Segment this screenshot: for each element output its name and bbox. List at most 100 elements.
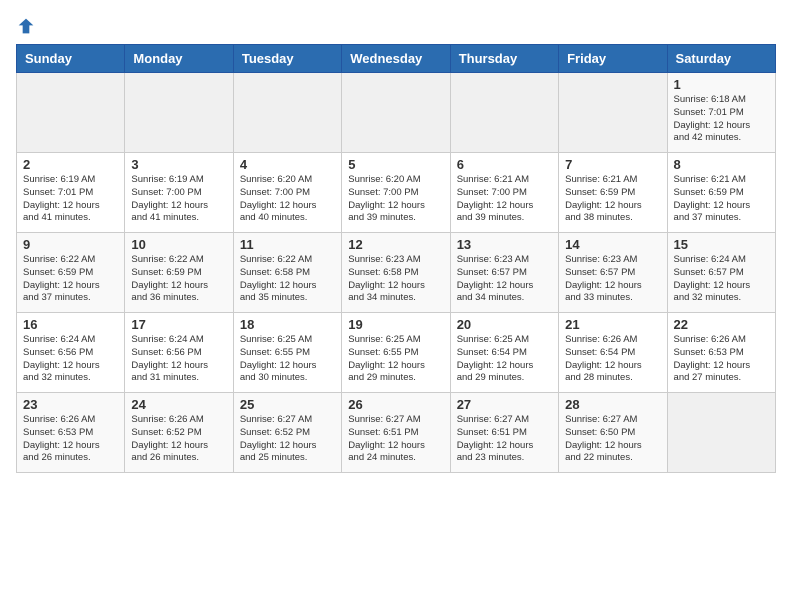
calendar-cell: 25 Sunrise: 6:27 AM Sunset: 6:52 PM Dayli… xyxy=(233,393,341,473)
calendar-day-header: Thursday xyxy=(450,45,558,73)
day-number: 2 xyxy=(23,157,118,172)
day-info: Sunrise: 6:21 AM Sunset: 6:59 PM Dayligh… xyxy=(674,174,769,225)
calendar-cell: 12 Sunrise: 6:23 AM Sunset: 6:58 PM Dayli… xyxy=(342,233,450,313)
calendar-week-row: 16 Sunrise: 6:24 AM Sunset: 6:56 PM Dayli… xyxy=(17,313,776,393)
day-info: Sunrise: 6:24 AM Sunset: 6:56 PM Dayligh… xyxy=(131,334,226,385)
day-number: 8 xyxy=(674,157,769,172)
day-number: 21 xyxy=(565,317,660,332)
day-number: 12 xyxy=(348,237,443,252)
day-number: 16 xyxy=(23,317,118,332)
calendar-cell: 21 Sunrise: 6:26 AM Sunset: 6:54 PM Dayli… xyxy=(559,313,667,393)
calendar-cell: 13 Sunrise: 6:23 AM Sunset: 6:57 PM Dayli… xyxy=(450,233,558,313)
day-number: 19 xyxy=(348,317,443,332)
day-info: Sunrise: 6:19 AM Sunset: 7:00 PM Dayligh… xyxy=(131,174,226,225)
day-number: 13 xyxy=(457,237,552,252)
logo-icon xyxy=(16,16,36,36)
day-number: 15 xyxy=(674,237,769,252)
day-number: 25 xyxy=(240,397,335,412)
day-number: 10 xyxy=(131,237,226,252)
day-number: 22 xyxy=(674,317,769,332)
logo xyxy=(16,16,40,36)
calendar-cell: 19 Sunrise: 6:25 AM Sunset: 6:55 PM Dayli… xyxy=(342,313,450,393)
day-info: Sunrise: 6:26 AM Sunset: 6:54 PM Dayligh… xyxy=(565,334,660,385)
day-info: Sunrise: 6:26 AM Sunset: 6:53 PM Dayligh… xyxy=(23,414,118,465)
day-number: 6 xyxy=(457,157,552,172)
calendar-cell: 16 Sunrise: 6:24 AM Sunset: 6:56 PM Dayli… xyxy=(17,313,125,393)
calendar-cell: 14 Sunrise: 6:23 AM Sunset: 6:57 PM Dayli… xyxy=(559,233,667,313)
calendar-cell: 2 Sunrise: 6:19 AM Sunset: 7:01 PM Daylig… xyxy=(17,153,125,233)
day-info: Sunrise: 6:19 AM Sunset: 7:01 PM Dayligh… xyxy=(23,174,118,225)
calendar-cell: 5 Sunrise: 6:20 AM Sunset: 7:00 PM Daylig… xyxy=(342,153,450,233)
calendar-header-row: SundayMondayTuesdayWednesdayThursdayFrid… xyxy=(17,45,776,73)
calendar-day-header: Saturday xyxy=(667,45,775,73)
calendar-cell: 23 Sunrise: 6:26 AM Sunset: 6:53 PM Dayli… xyxy=(17,393,125,473)
calendar-cell: 10Sunrise: 6:22 AM Sunset: 6:59 PM Dayli… xyxy=(125,233,233,313)
calendar-cell xyxy=(450,73,558,153)
calendar-day-header: Wednesday xyxy=(342,45,450,73)
calendar-cell: 15 Sunrise: 6:24 AM Sunset: 6:57 PM Dayli… xyxy=(667,233,775,313)
calendar-table: SundayMondayTuesdayWednesdayThursdayFrid… xyxy=(16,44,776,473)
day-info: Sunrise: 6:27 AM Sunset: 6:51 PM Dayligh… xyxy=(457,414,552,465)
header xyxy=(16,16,776,36)
calendar-cell xyxy=(17,73,125,153)
day-info: Sunrise: 6:20 AM Sunset: 7:00 PM Dayligh… xyxy=(240,174,335,225)
day-info: Sunrise: 6:22 AM Sunset: 6:59 PM Dayligh… xyxy=(23,254,118,305)
calendar-cell: 28 Sunrise: 6:27 AM Sunset: 6:50 PM Dayli… xyxy=(559,393,667,473)
day-number: 28 xyxy=(565,397,660,412)
calendar-cell: 9Sunrise: 6:22 AM Sunset: 6:59 PM Daylig… xyxy=(17,233,125,313)
day-number: 24 xyxy=(131,397,226,412)
day-number: 23 xyxy=(23,397,118,412)
calendar-cell: 8 Sunrise: 6:21 AM Sunset: 6:59 PM Daylig… xyxy=(667,153,775,233)
calendar-cell: 1 Sunrise: 6:18 AM Sunset: 7:01 PM Daylig… xyxy=(667,73,775,153)
day-info: Sunrise: 6:27 AM Sunset: 6:52 PM Dayligh… xyxy=(240,414,335,465)
calendar-cell: 4 Sunrise: 6:20 AM Sunset: 7:00 PM Daylig… xyxy=(233,153,341,233)
day-number: 20 xyxy=(457,317,552,332)
day-info: Sunrise: 6:26 AM Sunset: 6:52 PM Dayligh… xyxy=(131,414,226,465)
day-number: 7 xyxy=(565,157,660,172)
calendar-day-header: Friday xyxy=(559,45,667,73)
calendar-cell: 26 Sunrise: 6:27 AM Sunset: 6:51 PM Dayli… xyxy=(342,393,450,473)
day-info: Sunrise: 6:27 AM Sunset: 6:51 PM Dayligh… xyxy=(348,414,443,465)
calendar-cell: 7 Sunrise: 6:21 AM Sunset: 6:59 PM Daylig… xyxy=(559,153,667,233)
day-number: 26 xyxy=(348,397,443,412)
day-info: Sunrise: 6:25 AM Sunset: 6:55 PM Dayligh… xyxy=(348,334,443,385)
day-number: 4 xyxy=(240,157,335,172)
day-info: Sunrise: 6:24 AM Sunset: 6:57 PM Dayligh… xyxy=(674,254,769,305)
day-number: 14 xyxy=(565,237,660,252)
day-info: Sunrise: 6:23 AM Sunset: 6:58 PM Dayligh… xyxy=(348,254,443,305)
calendar-cell: 11Sunrise: 6:22 AM Sunset: 6:58 PM Dayli… xyxy=(233,233,341,313)
day-number: 18 xyxy=(240,317,335,332)
day-info: Sunrise: 6:21 AM Sunset: 6:59 PM Dayligh… xyxy=(565,174,660,225)
day-number: 5 xyxy=(348,157,443,172)
calendar-week-row: 2 Sunrise: 6:19 AM Sunset: 7:01 PM Daylig… xyxy=(17,153,776,233)
calendar-cell xyxy=(342,73,450,153)
calendar-day-header: Sunday xyxy=(17,45,125,73)
calendar-week-row: 9Sunrise: 6:22 AM Sunset: 6:59 PM Daylig… xyxy=(17,233,776,313)
day-info: Sunrise: 6:25 AM Sunset: 6:55 PM Dayligh… xyxy=(240,334,335,385)
calendar-cell xyxy=(667,393,775,473)
day-info: Sunrise: 6:23 AM Sunset: 6:57 PM Dayligh… xyxy=(457,254,552,305)
day-number: 1 xyxy=(674,77,769,92)
calendar-day-header: Tuesday xyxy=(233,45,341,73)
calendar-cell: 20Sunrise: 6:25 AM Sunset: 6:54 PM Dayli… xyxy=(450,313,558,393)
day-info: Sunrise: 6:21 AM Sunset: 7:00 PM Dayligh… xyxy=(457,174,552,225)
calendar-cell: 18 Sunrise: 6:25 AM Sunset: 6:55 PM Dayli… xyxy=(233,313,341,393)
day-info: Sunrise: 6:23 AM Sunset: 6:57 PM Dayligh… xyxy=(565,254,660,305)
day-info: Sunrise: 6:20 AM Sunset: 7:00 PM Dayligh… xyxy=(348,174,443,225)
calendar-cell xyxy=(125,73,233,153)
calendar-cell: 22 Sunrise: 6:26 AM Sunset: 6:53 PM Dayli… xyxy=(667,313,775,393)
day-info: Sunrise: 6:27 AM Sunset: 6:50 PM Dayligh… xyxy=(565,414,660,465)
calendar-cell: 24 Sunrise: 6:26 AM Sunset: 6:52 PM Dayli… xyxy=(125,393,233,473)
calendar-week-row: 1 Sunrise: 6:18 AM Sunset: 7:01 PM Daylig… xyxy=(17,73,776,153)
day-number: 17 xyxy=(131,317,226,332)
calendar-cell: 27 Sunrise: 6:27 AM Sunset: 6:51 PM Dayli… xyxy=(450,393,558,473)
day-number: 11 xyxy=(240,237,335,252)
day-info: Sunrise: 6:18 AM Sunset: 7:01 PM Dayligh… xyxy=(674,94,769,145)
calendar-week-row: 23 Sunrise: 6:26 AM Sunset: 6:53 PM Dayli… xyxy=(17,393,776,473)
calendar-cell: 6 Sunrise: 6:21 AM Sunset: 7:00 PM Daylig… xyxy=(450,153,558,233)
day-info: Sunrise: 6:24 AM Sunset: 6:56 PM Dayligh… xyxy=(23,334,118,385)
calendar-cell: 17 Sunrise: 6:24 AM Sunset: 6:56 PM Dayli… xyxy=(125,313,233,393)
day-number: 27 xyxy=(457,397,552,412)
day-number: 3 xyxy=(131,157,226,172)
day-info: Sunrise: 6:26 AM Sunset: 6:53 PM Dayligh… xyxy=(674,334,769,385)
